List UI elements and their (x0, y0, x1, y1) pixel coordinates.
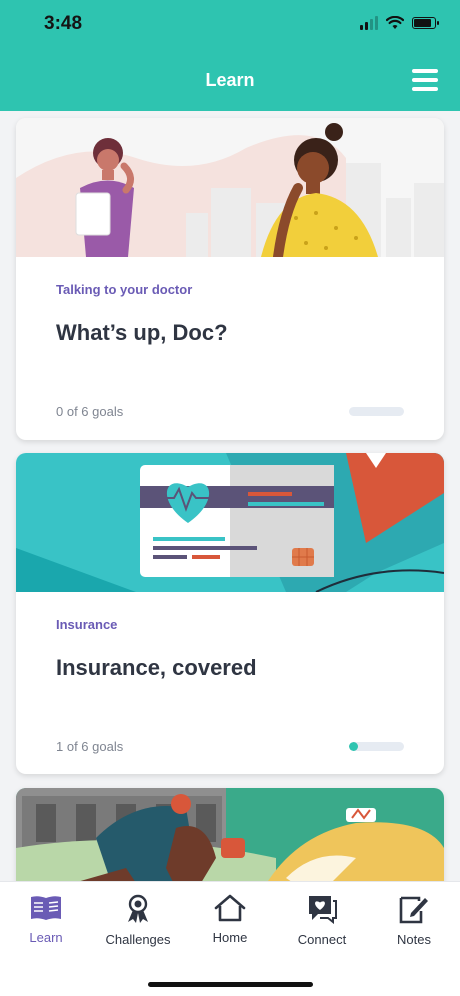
tab-challenges[interactable]: Challenges (92, 894, 184, 947)
hamburger-menu-icon[interactable] (412, 69, 438, 91)
card-category: Insurance (56, 617, 118, 632)
card-category: Talking to your doctor (56, 282, 193, 297)
tab-home[interactable]: Home (184, 894, 276, 945)
home-indicator (148, 982, 313, 987)
status-bar: 3:48 (0, 0, 460, 50)
tab-label: Home (212, 930, 248, 945)
lesson-card-doctor[interactable]: Talking to your doctor What’s up, Doc? 0… (16, 118, 444, 440)
card-progress-bar (349, 742, 404, 751)
home-icon (214, 894, 246, 922)
tab-label: Challenges (105, 932, 171, 947)
lesson-list[interactable]: Talking to your doctor What’s up, Doc? 0… (0, 111, 460, 881)
card-goals: 1 of 6 goals (56, 739, 124, 754)
lesson-card-insurance[interactable]: Insurance Insurance, covered 1 of 6 goal… (16, 453, 444, 774)
tab-connect[interactable]: Connect (276, 894, 368, 947)
card-title: What’s up, Doc? (56, 320, 228, 345)
app-header: Learn (0, 50, 460, 111)
status-icons (360, 16, 439, 30)
chat-heart-icon (309, 896, 337, 924)
lesson-card-transport[interactable] (16, 788, 444, 881)
card-title: Insurance, covered (56, 655, 257, 680)
card-progress-bar (349, 407, 404, 416)
bottom-tab-bar: Learn Challenges Home Connect Notes (0, 881, 460, 996)
ribbon-icon (128, 894, 148, 923)
status-time: 3:48 (44, 13, 83, 34)
doctor-call-illustration (16, 118, 444, 257)
page-title: Learn (205, 70, 255, 90)
tab-learn[interactable]: Learn (0, 894, 92, 945)
card-goals: 0 of 6 goals (56, 404, 124, 419)
card-progress-fill (349, 742, 359, 751)
cellular-signal-icon (360, 16, 378, 30)
battery-icon (412, 17, 439, 29)
wifi-icon (386, 16, 404, 29)
tab-label: Connect (297, 932, 347, 947)
notes-icon (399, 896, 428, 924)
transport-illustration (16, 788, 444, 881)
book-icon (31, 896, 61, 920)
insurance-card-illustration (16, 453, 444, 592)
tab-notes[interactable]: Notes (368, 894, 460, 947)
tab-label: Notes (397, 932, 431, 947)
tab-label: Learn (29, 930, 63, 945)
